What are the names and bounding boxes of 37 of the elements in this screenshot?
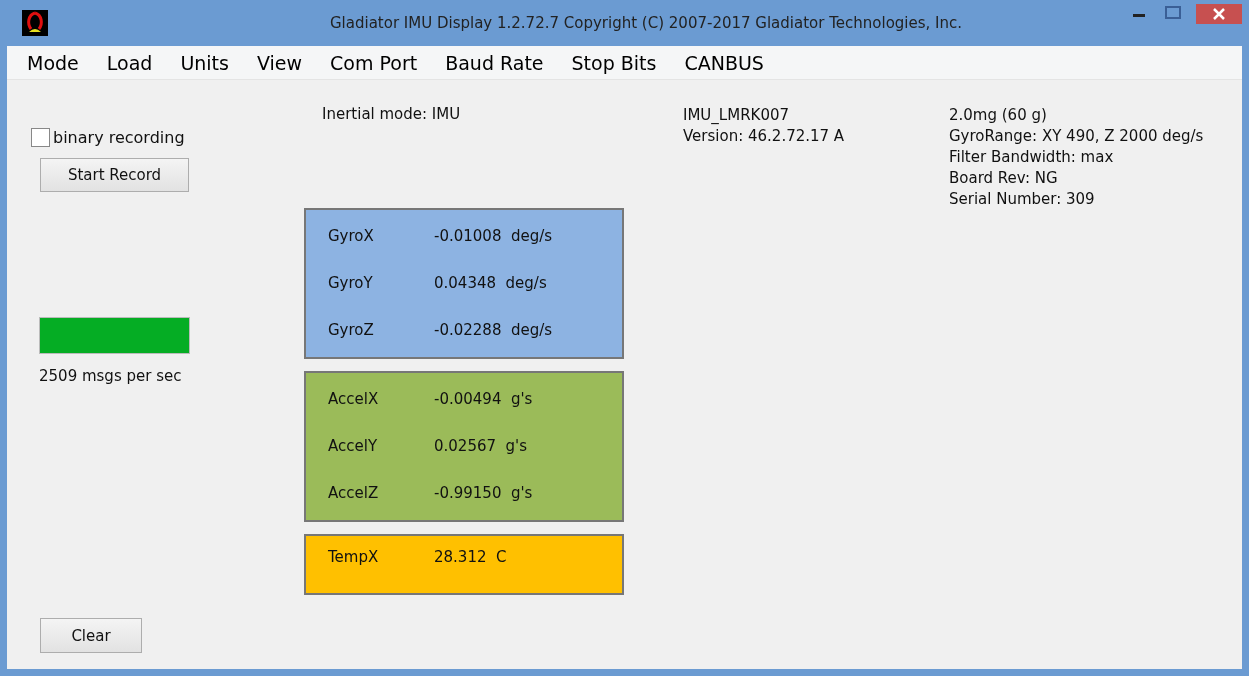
close-button[interactable] (1196, 4, 1242, 24)
binary-recording-checkbox[interactable]: binary recording (31, 128, 185, 147)
spec-text: Filter Bandwidth: max (949, 147, 1115, 168)
menu-item[interactable]: View (254, 51, 305, 74)
menu-item[interactable]: Baud Rate (443, 51, 546, 74)
sensor-value: -0.01008 deg/s (434, 226, 553, 245)
device-info-text: IMU_LMRK007 (683, 105, 791, 126)
inertial-mode-label: Inertial mode: IMU (322, 105, 461, 123)
spec-text: GyroRange: XY 490, Z 2000 deg/s (949, 126, 1204, 147)
menu-item[interactable]: Stop Bits (569, 51, 659, 74)
menu-item[interactable]: Units (178, 51, 231, 74)
menu-item[interactable]: Mode (25, 51, 81, 74)
sensor-value: 0.02567 g's (434, 436, 528, 455)
device-info-text: Version: 46.2.72.17 A (683, 126, 846, 147)
spec-text: Board Rev: NG (949, 168, 1059, 189)
sensor-name: GyroY (328, 273, 374, 292)
sensor-value: 28.312 C (434, 548, 507, 566)
sensor-value: -0.99150 g's (434, 483, 533, 502)
sensor-value: 0.04348 deg/s (434, 273, 547, 292)
app-logo-icon (22, 10, 48, 36)
sensor-value: -0.02288 deg/s (434, 320, 553, 339)
clear-button[interactable]: Clear (40, 618, 142, 653)
spec-text: Serial Number: 309 (949, 189, 1096, 210)
sensor-name: AccelX (328, 389, 380, 408)
sensor-name: AccelY (328, 436, 379, 455)
sensor-name: GyroX (328, 226, 375, 245)
start-record-button[interactable]: Start Record (40, 158, 189, 192)
sensor-name: AccelZ (328, 483, 380, 502)
spec-text: 2.0mg (60 g) (949, 105, 1048, 126)
menu-item[interactable]: Load (104, 51, 155, 74)
sensor-name: TempX (328, 548, 380, 566)
sensor-name: GyroZ (328, 320, 375, 339)
sensor-value: -0.00494 g's (434, 389, 533, 408)
menu-item[interactable]: CANBUS (682, 51, 766, 74)
menu-item[interactable]: Com Port (328, 51, 420, 74)
window-title: Gladiator IMU Display 1.2.72.7 Copyright (C) 2007-2017 Gladiator Technologies, Inc. (328, 14, 964, 32)
message-rate: 2509 msgs per sec (39, 367, 182, 385)
